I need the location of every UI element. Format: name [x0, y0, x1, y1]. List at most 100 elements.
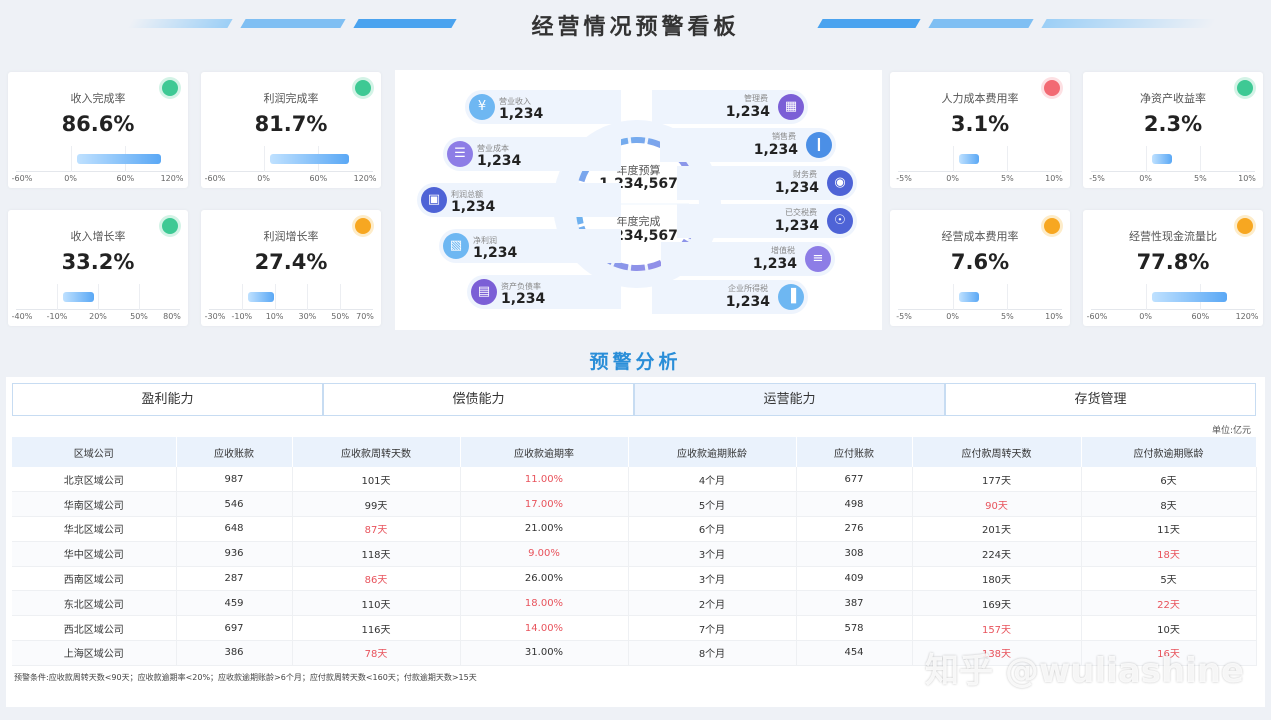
column-header[interactable]: 应收款逾期账龄 [628, 437, 797, 467]
kpi-value: 2.3% [1143, 112, 1203, 136]
gauge-tick-label: 0% [257, 174, 271, 183]
kpi-progress-bar [247, 292, 274, 302]
table-row[interactable]: 华南区域公司 546 99天 17.00% 5个月 498 90天 8天 [12, 491, 1257, 518]
gauge-tick-labels: -60% 0% 60% 120% [1087, 312, 1259, 324]
column-header[interactable]: 应付账款 [796, 437, 913, 467]
table-cell: 14.00% [460, 615, 629, 642]
table-header-row: 区域公司 应收账款 应收款周转天数 应收款逾期率 应收款逾期账龄 应付账款 应付款周转天数应… [12, 437, 1257, 467]
table-cell: 454 [796, 640, 913, 666]
money-bag-icon: ¥ [469, 94, 495, 120]
column-header[interactable]: 应收款周转天数 [292, 437, 461, 467]
analysis-tab[interactable]: 运营能力 [634, 383, 945, 416]
table-cell: 4个月 [628, 467, 797, 493]
warning-conditions-note: 预警条件:应收款周转天数<90天；应收款逾期率<20%；应收款逾期账龄>6个月；… [14, 673, 477, 682]
kpi-label: 利润完成率 [263, 92, 319, 105]
budget-item-value: 1,234 [473, 245, 518, 261]
gauge-gridline [241, 284, 243, 310]
table-cell: 78天 [292, 640, 461, 666]
column-header[interactable]: 区域公司 [12, 437, 177, 467]
kpi-label: 净资产收益率 [1140, 92, 1206, 105]
receipt-icon: ☰ [447, 141, 473, 167]
table-row[interactable]: 东北区域公司 459 110天 18.00% 2个月 387 169天 22天 [12, 590, 1257, 617]
kpi-gauge [16, 146, 180, 172]
kpi-value: 86.6% [61, 112, 135, 136]
kpi-value: 81.7% [254, 112, 328, 136]
kpi-card[interactable]: 利润完成率 81.7% -60% 0% 60% 120% [201, 72, 381, 188]
column-header[interactable]: 应收账款 [176, 437, 293, 467]
kpi-gauge [898, 284, 1062, 310]
gauge-gridline [98, 284, 99, 310]
gauge-tick-label: 0% [1139, 312, 1153, 321]
table-cell: 308 [796, 541, 913, 567]
analysis-tab[interactable]: 偿债能力 [323, 383, 634, 416]
table-cell: 177天 [912, 467, 1082, 493]
budget-item-value: 1,234 [501, 291, 546, 307]
budget-item-label: 增值税 [771, 246, 795, 255]
kpi-card[interactable]: 收入完成率 86.6% -60% 0% 60% 120% [8, 72, 188, 188]
gauge-tick-label: -10% [231, 312, 253, 321]
budget-item-value: 1,234 [725, 294, 770, 310]
gauge-gridline [1145, 284, 1147, 310]
kpi-gauge [1091, 146, 1255, 172]
kpi-label: 经营成本费用率 [941, 230, 1019, 243]
table-cell: 409 [796, 566, 913, 592]
kpi-card[interactable]: 收入增长率 33.2% -40% -10% 20% 50% 80% [8, 210, 188, 326]
kpi-label: 收入增长率 [70, 230, 126, 243]
gauge-tick-label: 30% [298, 312, 317, 321]
table-cell: 118天 [292, 541, 461, 567]
kpi-card[interactable]: 人力成本费用率 3.1% -5% 0% 5% 10% [890, 72, 1070, 188]
budget-item-value: 1,234 [774, 180, 819, 196]
kpi-progress-bar [76, 154, 162, 164]
table-cell: 180天 [912, 566, 1082, 592]
table-cell: 11天 [1081, 516, 1257, 542]
budget-item-label: 企业所得税 [728, 284, 768, 293]
table-cell: 578 [796, 615, 913, 642]
table-cell: 18.00% [460, 590, 629, 617]
analysis-tab[interactable]: 盈利能力 [12, 383, 323, 416]
unit-label: 单位:亿元 [1211, 426, 1251, 436]
table-cell: 17.00% [460, 491, 629, 518]
table-cell: 西北区域公司 [12, 615, 177, 642]
table-cell: 华北区域公司 [12, 516, 177, 542]
table-row[interactable]: 西北区域公司 697 116天 14.00% 7个月 578 157天 10天 [12, 615, 1257, 642]
kpi-gauge [16, 284, 180, 310]
kpi-gauge [209, 284, 373, 310]
table-cell: 3个月 [628, 566, 797, 592]
kpi-card[interactable]: 经营成本费用率 7.6% -5% 0% 5% 10% [890, 210, 1070, 326]
table-cell: 5个月 [628, 491, 797, 518]
gauge-gridline [1007, 146, 1009, 172]
gauge-tick-label: -5% [896, 312, 912, 321]
table-cell: 987 [176, 467, 293, 493]
table-cell: 101天 [292, 467, 461, 493]
table-cell: 936 [176, 541, 293, 567]
gauge-gridline [307, 284, 309, 310]
gauge-tick-label: 0% [64, 174, 78, 183]
header: 经营情况预警看板 [0, 0, 1271, 48]
kpi-card[interactable]: 利润增长率 27.4% -30% -10% 10% 30% 50% 70% [201, 210, 381, 326]
column-header[interactable]: 应付款周转天数 [912, 437, 1082, 467]
table-row[interactable]: 华北区域公司 648 87天 21.00% 6个月 276 201天 11天 [12, 516, 1257, 542]
table-cell: 5天 [1081, 566, 1257, 592]
budget-item-left[interactable] [417, 183, 621, 217]
table-cell: 上海区域公司 [12, 640, 177, 666]
column-header[interactable]: 应付款逾期账龄 [1081, 437, 1257, 467]
analysis-tab[interactable]: 存货管理 [945, 383, 1256, 416]
column-header[interactable]: 应收款逾期率 [460, 437, 629, 467]
gauge-tick-label: 10% [1045, 174, 1063, 183]
section-title: 预警分析 [589, 351, 682, 373]
kpi-progress-bar [63, 292, 94, 302]
kpi-label: 经营性现金流量比 [1129, 230, 1217, 243]
table-row[interactable]: 华中区域公司 936 118天 9.00% 3个月 308 224天 18天 [12, 541, 1257, 567]
kpi-card[interactable]: 净资产收益率 2.3% -5% 0% 5% 10% [1083, 72, 1263, 188]
table-cell: 6个月 [628, 516, 797, 542]
table-cell: 110天 [292, 590, 461, 617]
kpi-card[interactable]: 经营性现金流量比 77.8% -60% 0% 60% 120% [1083, 210, 1263, 326]
gauge-gridline [57, 284, 58, 310]
table-cell: 677 [796, 467, 913, 493]
table-row[interactable]: 北京区域公司 987 101天 11.00% 4个月 677 177天 6天 [12, 467, 1257, 493]
gauge-tick-label: 120% [1235, 312, 1259, 321]
calendar-icon: ▦ [778, 94, 804, 120]
kpi-label: 利润增长率 [263, 230, 319, 243]
table-row[interactable]: 西南区域公司 287 86天 26.00% 3个月 409 180天 5天 [12, 566, 1257, 592]
document-chart-icon: ▤ [471, 279, 497, 305]
